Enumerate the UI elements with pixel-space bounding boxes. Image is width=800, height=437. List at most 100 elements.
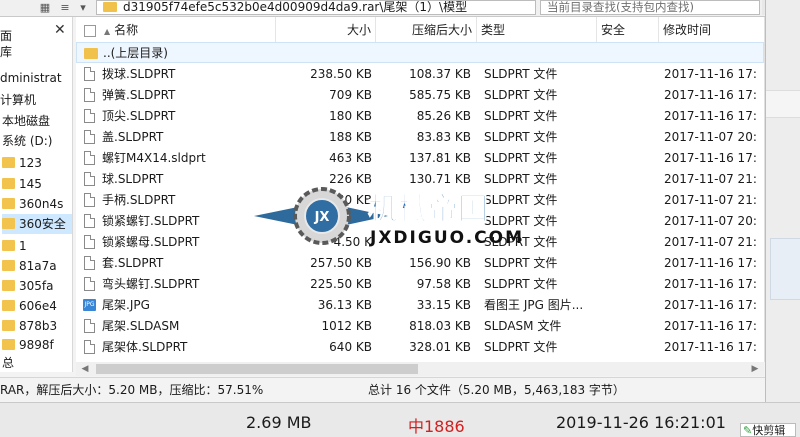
watermark-badge: JX [314, 210, 330, 225]
file-modified: 2017-11-07 21: [664, 193, 757, 207]
column-size[interactable]: 大小 [276, 17, 376, 43]
file-modified: 2017-11-16 17: [664, 88, 757, 102]
column-modified[interactable]: 修改时间 [659, 17, 764, 43]
file-packed: 818.03 KB [409, 319, 471, 333]
tree-item[interactable]: 360安全 [2, 214, 72, 234]
folder-tree: 面库 dministrat 计算机 本地磁盘系统 (D:) 123 145 360n4s 36… [0, 17, 73, 372]
file-icon [84, 67, 95, 81]
file-type: SLDPRT 文件 [484, 130, 558, 144]
list-view-icon[interactable]: ≡ [56, 0, 74, 15]
quick-edit-button[interactable]: ✎快剪辑 [740, 423, 796, 437]
file-name: 拨球.SLDPRT [102, 67, 176, 81]
file-name: 弹簧.SLDPRT [102, 88, 176, 102]
file-icon [84, 88, 95, 102]
file-modified: 2017-11-16 17: [664, 298, 757, 312]
status-bar: RAR，解压后大小：5.20 MB，压缩比：57.51% 总计 16 个文件（5… [0, 377, 765, 402]
file-type: SLDPRT 文件 [484, 277, 558, 291]
tree-item[interactable]: 305fa [2, 276, 72, 296]
file-size: 257.50 KB [310, 256, 372, 270]
tree-item-label: 1 [19, 239, 27, 253]
watermark-logo: JX 机械帝国 JXDIGUO.COM [250, 183, 550, 249]
file-name: 螺钉M4X14.sldprt [102, 151, 206, 165]
file-row[interactable]: JPG 尾架.JPG 36.13 KB 33.15 KB 看图王 JPG 图片... 20… [76, 295, 764, 316]
file-name: 盖.SLDPRT [102, 130, 164, 144]
column-security[interactable]: 安全 [597, 17, 659, 43]
tree-item-label: 面 [0, 29, 13, 43]
file-modified: 2017-11-16 17: [664, 319, 757, 333]
tree-item[interactable]: 1 [2, 236, 72, 256]
tree-item-label: 系统 (D:) [2, 134, 53, 148]
tree-item-label: dministrat [0, 71, 62, 85]
column-type[interactable]: 类型 [477, 17, 597, 43]
tree-item[interactable]: 9898f [2, 335, 72, 355]
tree-item[interactable]: 本地磁盘 [2, 111, 72, 131]
tree-item-label: 81a7a [19, 259, 57, 273]
tree-item[interactable]: dministrat [0, 68, 72, 88]
file-packed: 156.90 KB [409, 256, 471, 270]
tree-item-label: 145 [19, 177, 42, 191]
tree-item[interactable]: 库 [0, 42, 72, 62]
file-row[interactable]: 尾架体.SLDPRT 640 KB 328.01 KB SLDPRT 文件 2017-1… [76, 337, 764, 358]
column-packed-size[interactable]: 压缩后大小 [376, 17, 477, 43]
file-row[interactable]: 盖.SLDPRT 188 KB 83.83 KB SLDPRT 文件 2017-11-0… [76, 127, 764, 148]
address-bar[interactable]: d31905f74efe5c532b0e4d00909d4da9.rar\尾架（… [96, 0, 536, 15]
grid-view-icon[interactable]: ▦ [36, 0, 54, 15]
file-row[interactable]: 套.SLDPRT 257.50 KB 156.90 KB SLDPRT 文件 2017-… [76, 253, 764, 274]
horizontal-scroll-thumb[interactable] [96, 364, 418, 374]
tree-item-label: 123 [19, 156, 42, 170]
chevron-down-icon[interactable]: ▾ [74, 0, 92, 15]
file-icon [84, 130, 95, 144]
file-name: 尾架体.SLDPRT [102, 340, 188, 354]
file-packed: 137.81 KB [409, 151, 471, 165]
parent-directory-row[interactable]: ..(上层目录) [76, 42, 764, 63]
file-packed: 328.01 KB [409, 340, 471, 354]
column-name[interactable]: ▲ 名称 [76, 17, 276, 43]
file-modified: 2017-11-16 17: [664, 151, 757, 165]
file-icon [84, 193, 95, 207]
file-size: 225.50 KB [310, 277, 372, 291]
file-row[interactable]: 弯头螺钉.SLDPRT 225.50 KB 97.58 KB SLDPRT 文件 201… [76, 274, 764, 295]
file-size: 36.13 KB [317, 298, 372, 312]
file-modified: 2017-11-07 20: [664, 130, 757, 144]
file-row[interactable]: 拨球.SLDPRT 238.50 KB 108.37 KB SLDPRT 文件 2017… [76, 64, 764, 85]
file-size: 188 KB [329, 130, 372, 144]
close-icon[interactable]: ✕ [54, 22, 68, 38]
search-input[interactable]: 当前目录查找(支持包内查找) [540, 0, 760, 15]
file-row[interactable]: 弹簧.SLDPRT 709 KB 585.75 KB SLDPRT 文件 2017-11… [76, 85, 764, 106]
file-icon [84, 340, 95, 354]
scroll-right-icon[interactable]: ▶ [748, 362, 762, 376]
tree-item[interactable]: 计算机 [0, 90, 72, 110]
folder-icon [84, 48, 98, 59]
status-right: 总计 16 个文件（5.20 MB，5,463,183 字节） [368, 383, 625, 397]
address-path: d31905f74efe5c532b0e4d00909d4da9.rar\尾架（… [123, 0, 468, 14]
file-name: 套.SLDPRT [102, 256, 164, 270]
tree-item[interactable]: 606e4 [2, 296, 72, 316]
file-size: 180 KB [329, 109, 372, 123]
tree-item[interactable]: 145 [2, 174, 72, 194]
file-packed: 97.58 KB [416, 277, 471, 291]
file-modified: 2017-11-16 17: [664, 340, 757, 354]
tree-item[interactable]: 878b3 [2, 316, 72, 336]
folder-icon [2, 260, 15, 271]
tree-item[interactable]: 360n4s [2, 194, 72, 214]
file-icon [84, 151, 95, 165]
tree-item-label: 库 [0, 45, 13, 59]
folder-icon [2, 157, 15, 168]
file-icon [84, 172, 95, 186]
status-left: RAR，解压后大小：5.20 MB，压缩比：57.51% [0, 383, 264, 397]
image-file-icon: JPG [83, 299, 96, 311]
tree-item[interactable]: 总 [2, 353, 72, 372]
file-row[interactable]: 尾架.SLDASM 1012 KB 818.03 KB SLDASM 文件 2017-1… [76, 316, 764, 337]
file-size: 463 KB [329, 151, 372, 165]
tree-item[interactable]: 123 [2, 153, 72, 173]
tree-item[interactable]: 81a7a [2, 256, 72, 276]
file-row[interactable]: 螺钉M4X14.sldprt 463 KB 137.81 KB SLDPRT 文件 20… [76, 148, 764, 169]
watermark-title: 机械帝国 [368, 192, 488, 227]
scroll-left-icon[interactable]: ◀ [78, 362, 92, 376]
tree-item-label: 总 [2, 356, 15, 370]
tree-item[interactable]: 系统 (D:) [2, 131, 72, 151]
folder-icon [103, 2, 117, 12]
file-row[interactable]: 顶尖.SLDPRT 180 KB 85.26 KB SLDPRT 文件 2017-11-… [76, 106, 764, 127]
file-type: SLDASM 文件 [484, 319, 562, 333]
folder-icon [2, 300, 15, 311]
